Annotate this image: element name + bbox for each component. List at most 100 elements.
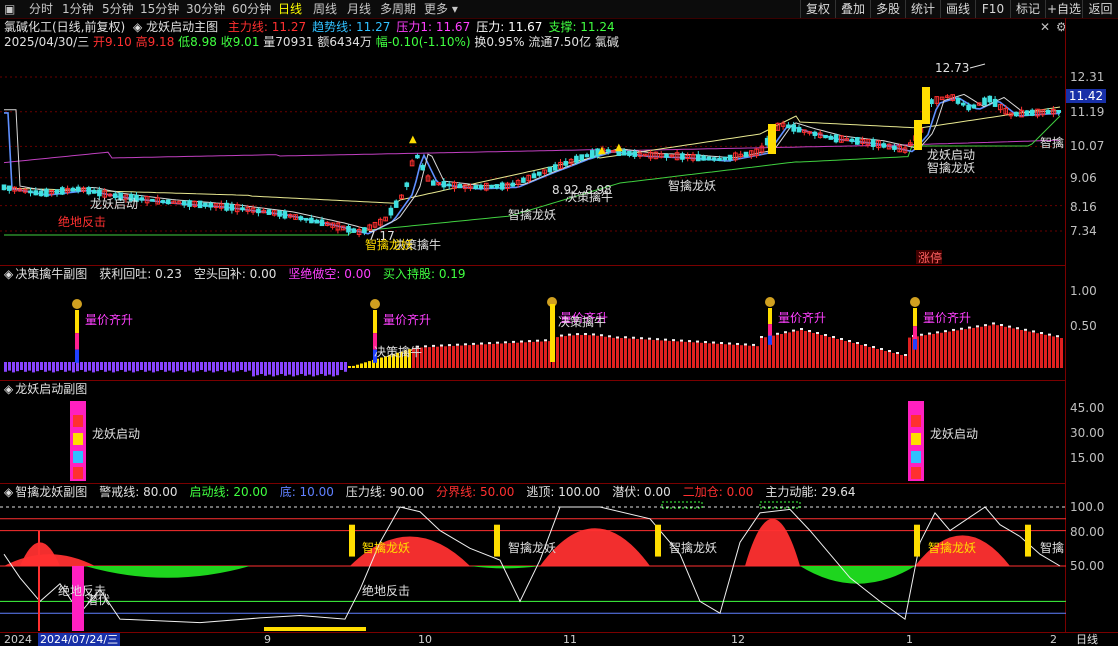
main-kline-chart[interactable]: 12.737.178.92 8.98龙妖启动绝地反击 智擒龙妖决策擒牛智擒龙妖决策擒… — [0, 50, 1066, 265]
signal-label-longyao: 龙妖启动 — [92, 427, 140, 441]
candle-body — [362, 227, 367, 233]
volume-bar — [736, 344, 739, 368]
volume-bar — [344, 362, 347, 372]
volume-bar — [720, 344, 723, 368]
mark-button[interactable]: 标记 — [1010, 0, 1045, 18]
period-tab-1[interactable]: 1分钟 — [62, 1, 94, 17]
signal-bar — [349, 524, 355, 557]
candle-body — [547, 166, 553, 173]
volume-bar — [380, 357, 383, 368]
signal-stem — [913, 308, 917, 327]
period-tab-7[interactable]: 周线 — [313, 1, 337, 17]
volume-bar-cap — [960, 327, 963, 330]
candle-body — [812, 131, 818, 136]
candle-body — [1056, 109, 1062, 113]
overlay-button[interactable]: 叠加 — [835, 0, 870, 18]
period-tab-9[interactable]: 多周期 — [380, 1, 416, 17]
high-price-label: 12.73 — [935, 61, 969, 75]
volume-bar — [1056, 337, 1059, 368]
volume-bar — [652, 339, 655, 368]
volume-bar — [120, 362, 123, 370]
volume-bar — [432, 346, 435, 368]
candle-body — [605, 149, 611, 152]
candle-body — [706, 156, 712, 161]
quote-low: 低8.98 — [178, 35, 217, 49]
sub3-title[interactable]: 智擒龙妖副图 — [15, 485, 87, 499]
volume-bar-cap — [720, 342, 723, 344]
period-tab-4[interactable]: 30分钟 — [186, 1, 225, 17]
candle-body — [187, 200, 192, 207]
bull-area — [540, 528, 650, 566]
volume-bar-cap — [872, 346, 875, 348]
f10-button[interactable]: F10 — [975, 0, 1010, 18]
volume-bar — [600, 336, 603, 368]
stats-button[interactable]: 统计 — [905, 0, 940, 18]
date-label: 12 — [731, 633, 745, 646]
volume-bar — [500, 343, 503, 368]
volume-bar — [108, 362, 111, 371]
date-axis: 2024 2024/07/24/三 9 10 11 12 1 2 日线 — [0, 632, 1118, 646]
volume-bar — [880, 350, 883, 368]
volume-bar — [724, 344, 727, 368]
sub3-header: ◈ 智擒龙妖副图 警戒线: 80.00 启动线: 20.00 底: 10.00 压力线: … — [0, 484, 868, 500]
period-tab-5[interactable]: 60分钟 — [232, 1, 271, 17]
volume-bar-cap — [584, 333, 587, 336]
volume-bar — [460, 345, 463, 368]
sub1-chart[interactable]: 量价齐升 量价齐升 量价齐升 量价齐升 量价齐升决策擒牛决策擒牛 — [0, 282, 1066, 380]
sub3-chart[interactable]: 智擒龙妖 智擒龙妖 智擒龙妖 智擒龙妖 智擒绝地反击 绝地反击潜伏 — [0, 500, 1066, 632]
indicator-value: 潜伏: 0.00 — [612, 485, 671, 499]
period-indicator[interactable]: 日线 — [1076, 633, 1098, 646]
volume-bar-cap — [840, 338, 843, 340]
signal-column — [38, 530, 40, 631]
period-tab-0[interactable]: 分时 — [29, 1, 53, 17]
period-tab-3[interactable]: 15分钟 — [140, 1, 179, 17]
volume-bar — [580, 335, 583, 368]
draw-line-button[interactable]: 画线 — [940, 0, 975, 18]
sub1-title[interactable]: 决策擒牛副图 — [15, 267, 87, 281]
volume-bar — [764, 337, 767, 368]
volume-bar-cap — [928, 332, 931, 335]
expand-icon[interactable]: ◈ — [4, 267, 13, 281]
candle-body — [521, 177, 526, 183]
volume-bar — [620, 338, 623, 368]
volume-bar — [496, 343, 499, 368]
expand-icon[interactable]: ◈ — [4, 485, 13, 499]
menu-icon[interactable]: ▣ — [4, 1, 15, 17]
volume-bar — [180, 362, 183, 370]
main-indicator-name[interactable]: 龙妖启动主图 — [146, 20, 218, 34]
volume-bar-cap — [1056, 335, 1059, 338]
volume-bar — [104, 362, 107, 372]
volume-bar-cap — [576, 333, 579, 336]
volume-bar — [84, 362, 87, 372]
period-tab-2[interactable]: 5分钟 — [102, 1, 134, 17]
back-button[interactable]: 返回 — [1082, 0, 1118, 18]
candle-body — [256, 208, 261, 214]
candle-body — [224, 202, 229, 211]
expand-icon[interactable]: ◈ — [133, 20, 142, 34]
fuquan-button[interactable]: 复权 — [800, 0, 835, 18]
candle-body — [208, 202, 213, 208]
volume-bar — [292, 362, 295, 377]
volume-bar — [116, 362, 119, 372]
sub2-title[interactable]: 龙妖启动副图 — [15, 382, 87, 396]
period-tab-6[interactable]: 日线 — [278, 1, 302, 17]
period-tab-8[interactable]: 月线 — [347, 1, 371, 17]
quote-change: 幅-0.10(-1.10%) — [375, 35, 471, 49]
volume-bar — [956, 330, 959, 368]
volume-bar — [1040, 334, 1043, 368]
butterfly-icon — [73, 433, 83, 445]
sub2-chart[interactable]: 龙妖启动 龙妖启动 — [0, 397, 1066, 483]
volume-bar-cap — [544, 339, 547, 342]
close-icon[interactable]: ✕ — [1040, 20, 1050, 34]
more-tab[interactable]: 更多 ▾ — [424, 1, 458, 17]
volume-bar-cap — [568, 333, 571, 336]
volume-bar — [904, 356, 907, 368]
expand-icon[interactable]: ◈ — [4, 382, 13, 396]
volume-bar — [252, 362, 255, 377]
volume-bar — [680, 341, 683, 368]
volume-bar — [24, 362, 27, 372]
candle-body — [415, 154, 420, 159]
multi-stock-button[interactable]: 多股 — [870, 0, 905, 18]
add-watchlist-button[interactable]: +自选 — [1045, 0, 1082, 18]
bear-area — [800, 566, 915, 584]
